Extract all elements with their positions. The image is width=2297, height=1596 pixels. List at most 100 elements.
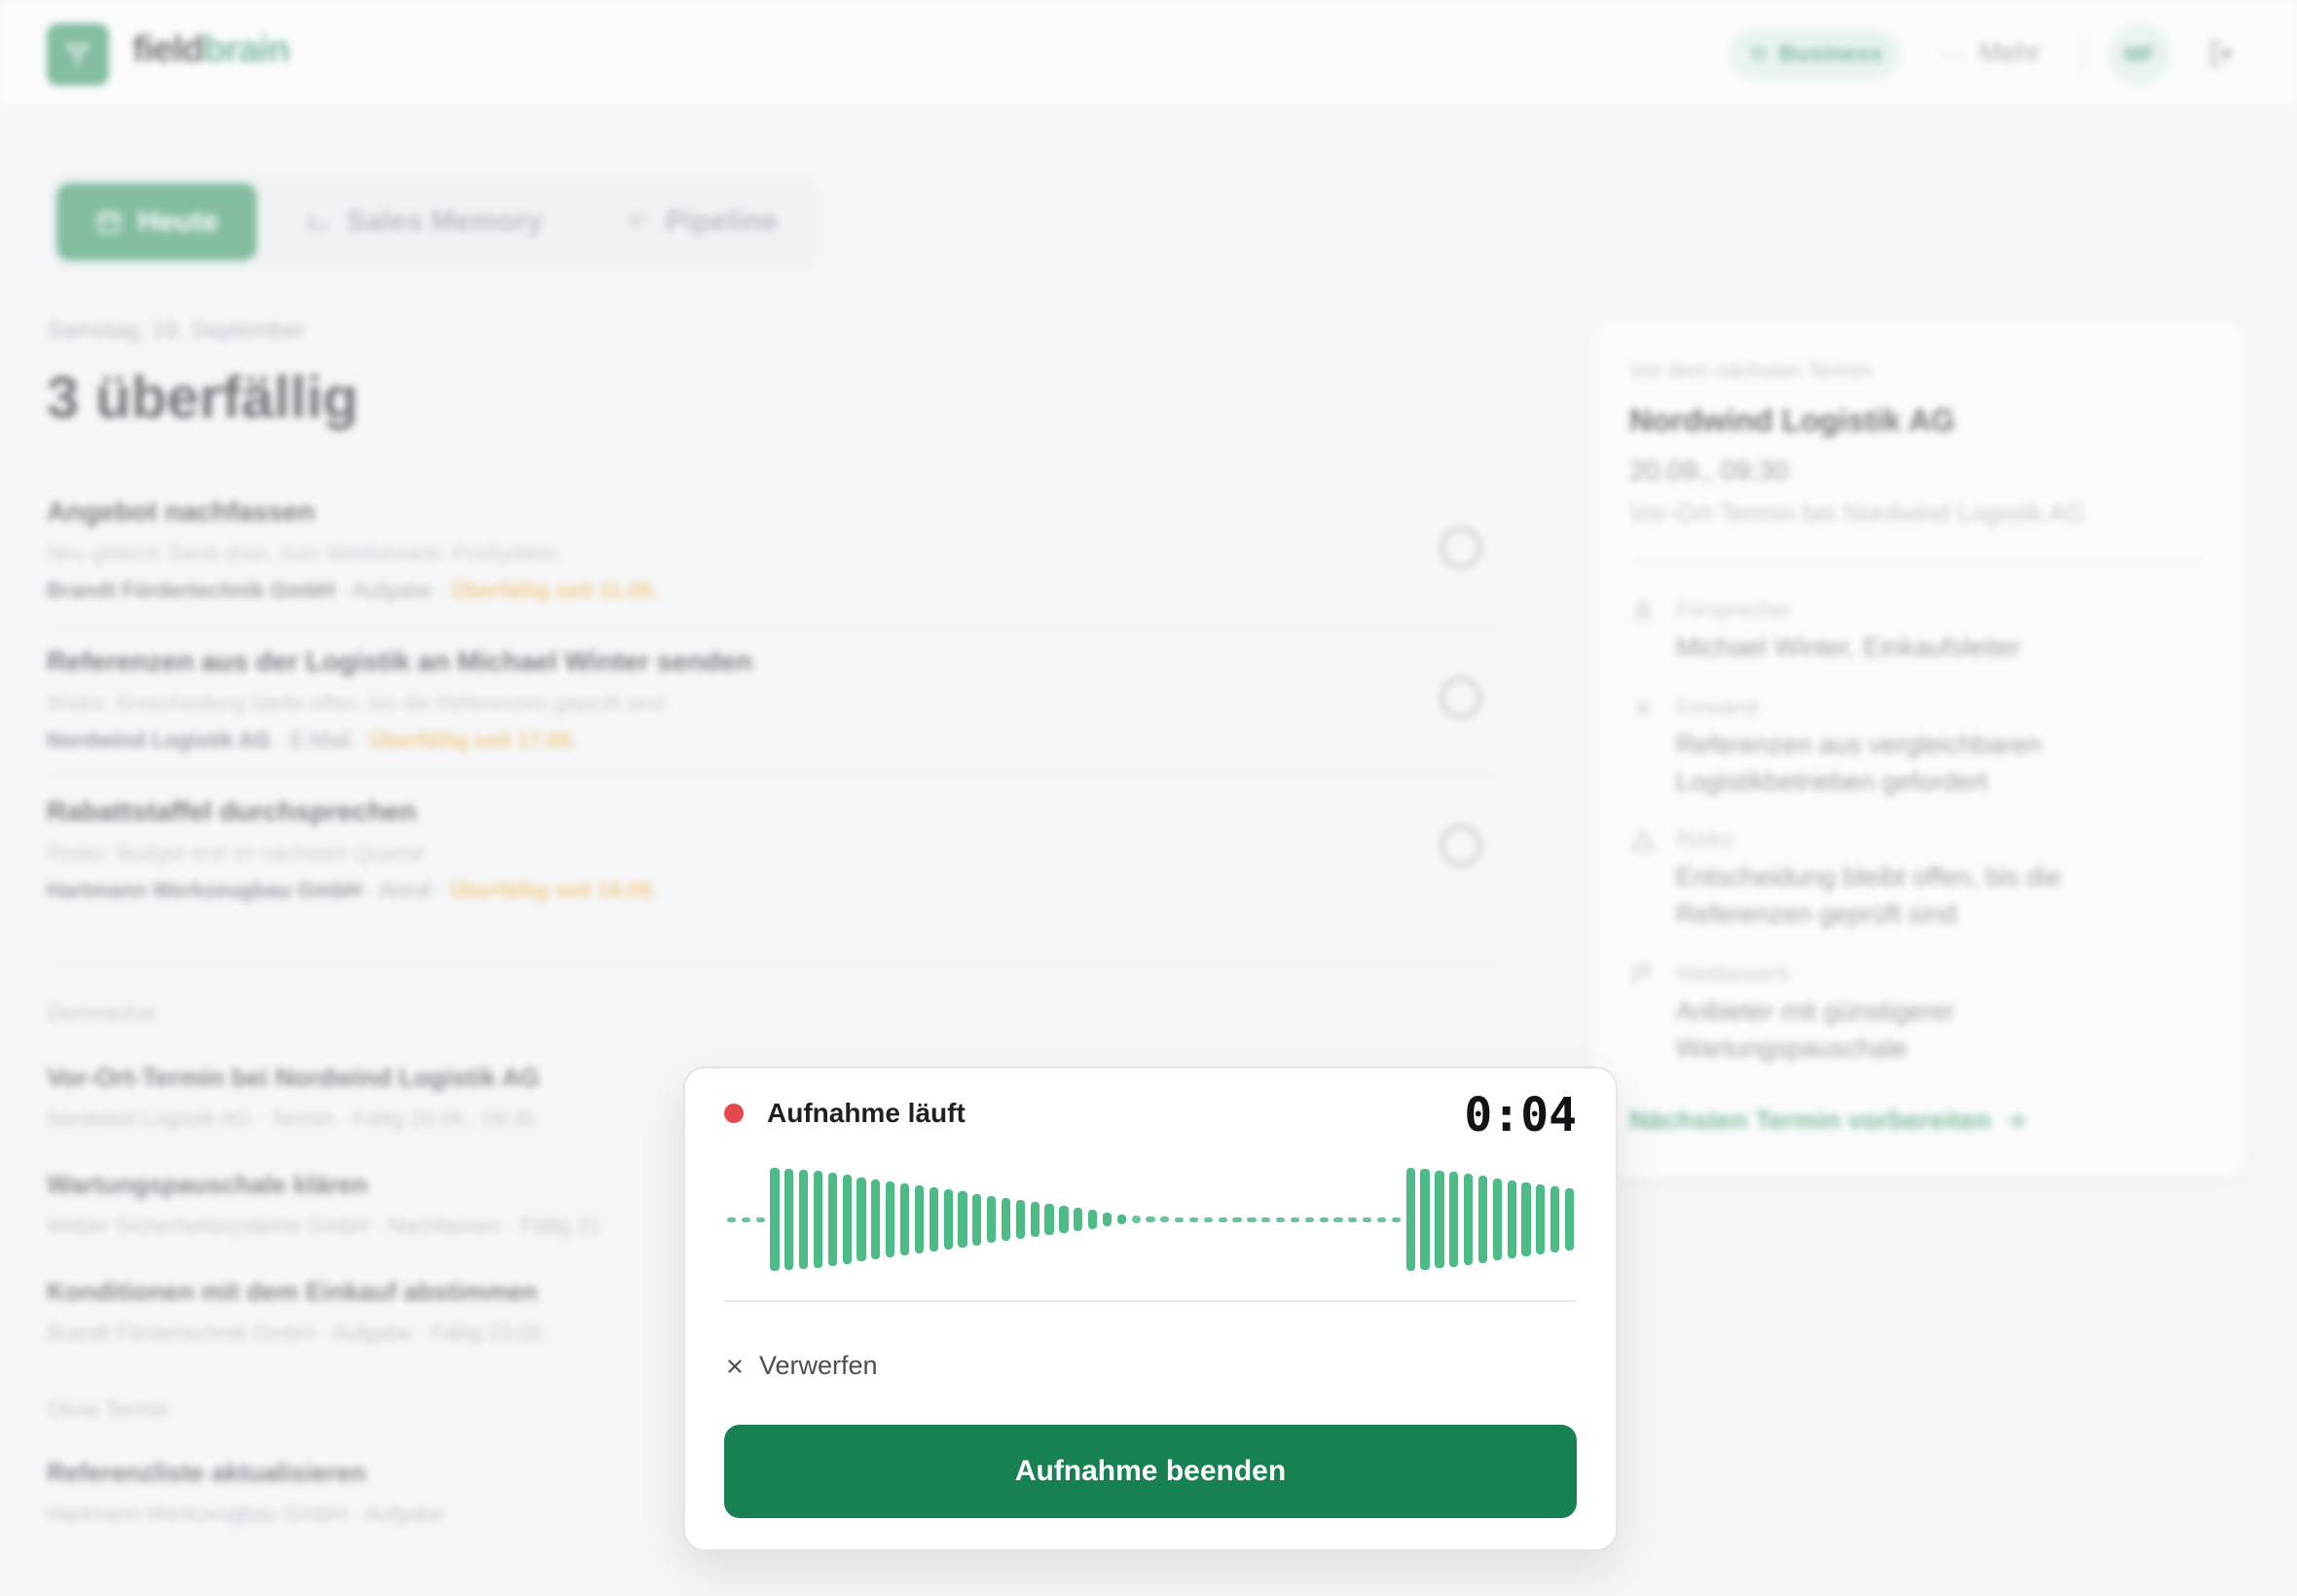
- logout-icon: [2210, 41, 2232, 66]
- next-meeting-card: Vor dem nächsten Termin Nordwind Logisti…: [1592, 321, 2246, 1178]
- section-divider: [47, 965, 1507, 967]
- recording-dialog: Aufnahme läuft 0:04 Verwerfen Aufnahme b…: [683, 1067, 1618, 1551]
- waveform-bar: [799, 1170, 809, 1269]
- waveform-bar: [929, 1187, 938, 1251]
- flag-icon: [1633, 964, 1651, 986]
- more-menu-button[interactable]: ··· Mehr: [1939, 37, 2041, 68]
- meeting-time: 20.09., 09:30: [1629, 455, 1789, 486]
- waveform-bar: [1074, 1208, 1083, 1231]
- waveform-bar: [899, 1182, 910, 1256]
- task-checkbox[interactable]: [1440, 677, 1481, 718]
- waveform-bar: [1116, 1214, 1126, 1225]
- waveform-bar: [1218, 1216, 1227, 1222]
- waveform-bar: [1247, 1216, 1257, 1222]
- waveform-bar: [1188, 1216, 1199, 1222]
- brand-name: fieldbrain: [132, 29, 290, 70]
- arrow-right-icon: [2006, 1112, 2025, 1129]
- main-tabs: Heute Sales Memory Pipeline: [49, 173, 818, 271]
- person-icon: [1633, 600, 1653, 622]
- prepare-meeting-link[interactable]: Nächsten Termin vorbereiten: [1629, 1106, 2028, 1136]
- waveform-bar: [857, 1177, 866, 1262]
- upcoming-item[interactable]: Wartungspauschale klären Weber Sicherhei…: [47, 1170, 601, 1239]
- tab-pipeline[interactable]: Pipeline: [623, 183, 778, 261]
- waveform-bar: [886, 1180, 895, 1258]
- logo[interactable]: [47, 23, 109, 86]
- discard-button[interactable]: Verwerfen: [724, 1351, 878, 1381]
- upcoming-item[interactable]: Vor-Ort-Termin bei Nordwind Logistik AG …: [47, 1063, 540, 1132]
- plan-badge[interactable]: Business: [1729, 29, 1902, 80]
- waveform-bar: [1203, 1216, 1213, 1222]
- waveform-bar: [1319, 1216, 1329, 1222]
- task-item[interactable]: Referenzen aus der Logistik an Michael W…: [47, 646, 1507, 753]
- section-label-upcoming: Demnächst: [47, 1000, 156, 1025]
- waveform-bar: [1001, 1197, 1011, 1242]
- tab-heute[interactable]: Heute: [56, 183, 257, 261]
- waveform-bar: [842, 1175, 852, 1264]
- avatar[interactable]: MF: [2108, 23, 2170, 86]
- waveform-bar: [770, 1168, 780, 1271]
- waveform-bar: [1564, 1188, 1575, 1251]
- calendar-icon: [98, 210, 121, 234]
- waveform-bar: [1449, 1172, 1459, 1267]
- logo-icon: [65, 44, 91, 66]
- waveform-bar: [1131, 1215, 1141, 1224]
- meeting-company: Nordwind Logistik AG: [1629, 403, 1955, 438]
- pipeline-icon: [629, 214, 646, 230]
- waveform-bar: [958, 1191, 967, 1248]
- waveform-bar: [813, 1171, 823, 1268]
- waveform-bar: [972, 1193, 982, 1246]
- stop-recording-button[interactable]: Aufnahme beenden: [724, 1425, 1577, 1518]
- shield-icon: [1750, 48, 1767, 61]
- task-checkbox[interactable]: [1440, 527, 1481, 568]
- waveform-bar: [1492, 1178, 1502, 1261]
- waveform-bar: [1333, 1216, 1343, 1222]
- waveform-bar: [784, 1169, 794, 1270]
- task-item[interactable]: Angebot nachfassen Neu gelernt: Denk dra…: [47, 496, 1507, 603]
- waveform-bar: [1088, 1210, 1098, 1229]
- card-label: Vor dem nächsten Termin: [1629, 358, 1873, 382]
- waveform-bar: [1276, 1216, 1286, 1222]
- recording-timer: 0:04: [1464, 1088, 1577, 1143]
- waveform-bar: [1521, 1181, 1531, 1257]
- waveform-bar: [1464, 1174, 1474, 1265]
- dots-icon: ···: [1939, 37, 1967, 67]
- logout-button[interactable]: [2206, 37, 2239, 75]
- task-checkbox[interactable]: [1440, 825, 1481, 866]
- no-date-item[interactable]: Referenzliste aktualisieren Hartmann Wer…: [47, 1458, 444, 1527]
- waveform-bar: [1550, 1186, 1560, 1252]
- audio-waveform: [724, 1166, 1577, 1273]
- page-title: 3 überfällig: [47, 365, 359, 430]
- waveform-bar: [1044, 1204, 1054, 1235]
- card-divider: [1629, 561, 2209, 562]
- warning-icon: [1630, 829, 1656, 852]
- waveform-bar: [741, 1216, 750, 1222]
- waveform-bar: [1477, 1176, 1488, 1263]
- waveform-bar: [987, 1195, 997, 1244]
- header-divider: [2083, 33, 2085, 76]
- tab-sales-memory[interactable]: Sales Memory: [304, 183, 543, 261]
- waveform-bar: [1102, 1212, 1112, 1227]
- waveform-bar: [943, 1189, 953, 1250]
- waveform-bar: [1405, 1168, 1415, 1271]
- waveform-bar: [827, 1173, 837, 1266]
- waveform-bar: [1435, 1170, 1444, 1269]
- section-label-no-date: Ohne Termin: [47, 1397, 169, 1422]
- waveform-bar: [1175, 1216, 1185, 1222]
- waveform-bar: [1363, 1216, 1372, 1222]
- waveform-bar: [914, 1185, 925, 1253]
- waveform-bar: [1290, 1216, 1300, 1222]
- chart-icon: [309, 214, 328, 233]
- row-divider: [47, 775, 1507, 777]
- waveform-bar: [1261, 1216, 1271, 1222]
- x-icon: [1635, 701, 1651, 716]
- waveform-bar: [755, 1216, 765, 1222]
- task-item[interactable]: Rabattstaffel durchsprechen Risiko: Budg…: [47, 796, 1507, 903]
- waveform-bar: [1160, 1216, 1170, 1222]
- waveform-bar: [1030, 1201, 1039, 1237]
- waveform-bar: [871, 1179, 881, 1260]
- upcoming-item[interactable]: Konditionen mit dem Einkauf abstimmen Br…: [47, 1277, 548, 1346]
- waveform-bar: [1391, 1216, 1401, 1222]
- current-date: Samstag, 19. September: [47, 317, 306, 344]
- recording-title: Aufnahme läuft: [767, 1098, 966, 1128]
- waveform-bar: [1420, 1169, 1430, 1270]
